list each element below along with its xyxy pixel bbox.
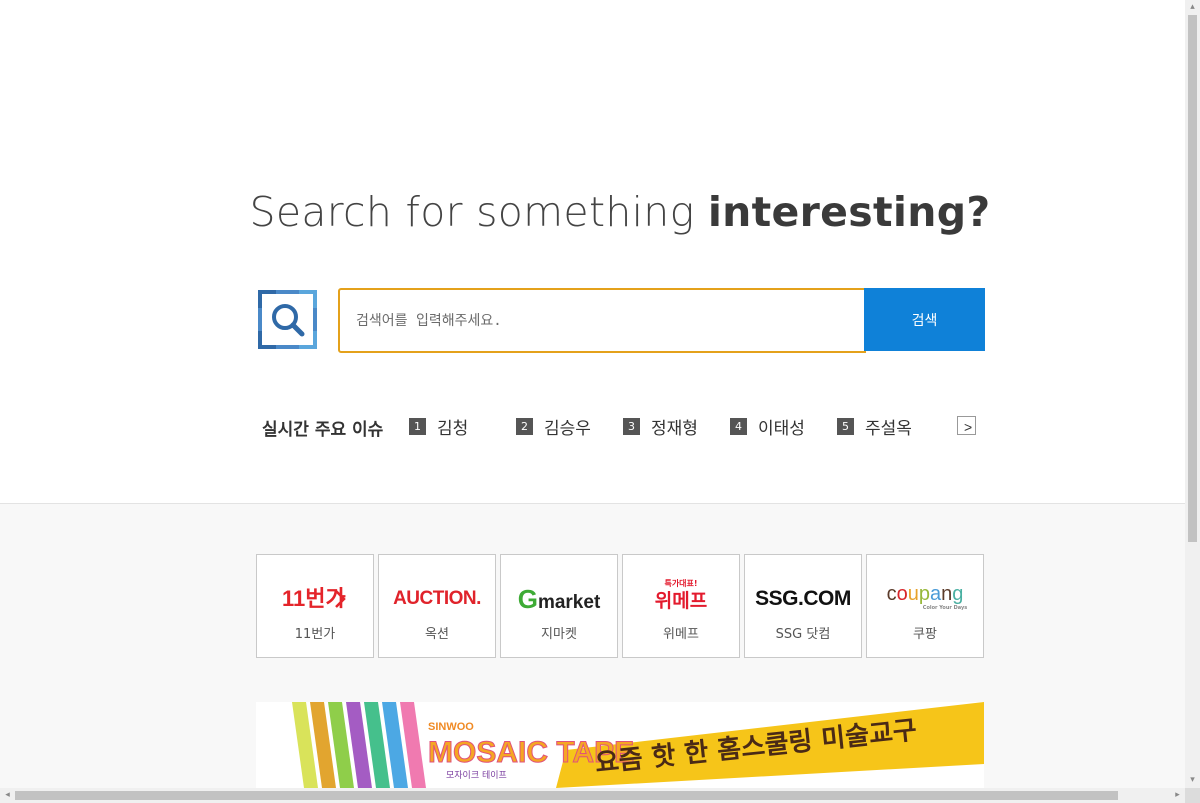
scrollbar-corner xyxy=(1185,788,1200,803)
logo-tagline: Color Your Days xyxy=(922,605,968,611)
shop-wemakeprice[interactable]: 특가대표! 위메프 위메프 xyxy=(622,554,740,658)
shop-11st[interactable]: 11번가 11번가 xyxy=(256,554,374,658)
trending-item-3[interactable]: 3 정재형 xyxy=(623,414,698,439)
horizontal-scroll-thumb[interactable] xyxy=(15,791,1118,800)
logo-text: AUCTION. xyxy=(393,588,481,609)
horizontal-scrollbar[interactable]: ◂ ▸ xyxy=(0,788,1185,803)
logo-text: 위메프 xyxy=(654,590,708,612)
trending-label: 주설옥 xyxy=(865,419,912,439)
trending-label: 이태성 xyxy=(758,419,805,439)
ad-banner[interactable]: SINWOO MOSAIC TAPE 모자이크 테이프 요즘 핫 한 홈스쿨링 … xyxy=(256,702,984,788)
page-headline: Search for something interesting? xyxy=(0,188,1200,236)
shop-coupang-logo: coupang Color Your Days xyxy=(867,583,983,615)
headline-light: Search for something xyxy=(249,188,708,236)
trending-title: 실시간 주요 이슈 xyxy=(262,420,384,440)
shop-name: 쿠팡 xyxy=(913,627,937,642)
logo-tagline: 특가대표! xyxy=(664,579,698,588)
trending-item-4[interactable]: 4 이태성 xyxy=(730,414,805,439)
vertical-scrollbar[interactable]: ▴ ▾ xyxy=(1185,0,1200,788)
search-section: Search for something interesting? 검색 실시간… xyxy=(0,0,1185,504)
trending-rank: 2 xyxy=(516,418,533,435)
shop-auction-logo: AUCTION. xyxy=(379,583,495,615)
shop-name: 11번가 xyxy=(294,627,336,642)
shop-11st-logo: 11번가 xyxy=(257,583,373,615)
shop-name: 옥션 xyxy=(425,627,449,642)
search-logo-icon xyxy=(256,288,319,351)
trending-label: 정재형 xyxy=(651,419,698,439)
shop-wemakeprice-logo: 특가대표! 위메프 xyxy=(623,579,739,612)
trending-bar: 실시간 주요 이슈 1 김청 2 김승우 3 정재형 4 이태성 5 주설옥 > xyxy=(262,412,985,442)
trending-next-button[interactable]: > xyxy=(957,416,976,435)
search-button[interactable]: 검색 xyxy=(864,288,985,351)
trending-item-5[interactable]: 5 주설옥 xyxy=(837,414,912,439)
trending-item-1[interactable]: 1 김청 xyxy=(409,414,468,439)
shop-name: 지마켓 xyxy=(541,627,577,642)
trending-rank: 4 xyxy=(730,418,747,435)
trending-label: 김청 xyxy=(437,419,469,439)
trending-rank: 5 xyxy=(837,418,854,435)
scroll-up-icon[interactable]: ▴ xyxy=(1185,0,1200,15)
headline-bold: interesting? xyxy=(707,188,991,236)
shop-name: 위메프 xyxy=(663,627,699,642)
shop-gmarket[interactable]: Gmarket 지마켓 xyxy=(500,554,618,658)
scroll-down-icon[interactable]: ▾ xyxy=(1185,773,1200,788)
shop-coupang[interactable]: coupang Color Your Days 쿠팡 xyxy=(866,554,984,658)
shop-links: 11번가 11번가 AUCTION. 옥션 Gmarket 지마켓 특가대표! … xyxy=(256,554,986,658)
vertical-scroll-thumb[interactable] xyxy=(1188,15,1197,542)
logo-text: 11번가 xyxy=(282,586,346,611)
logo-text: SSG.COM xyxy=(755,587,851,610)
shop-ssg-logo: SSG.COM xyxy=(745,583,861,615)
search-input[interactable] xyxy=(338,288,866,353)
scroll-left-icon[interactable]: ◂ xyxy=(0,788,15,803)
ad-banner-art: SINWOO MOSAIC TAPE 모자이크 테이프 요즘 핫 한 홈스쿨링 … xyxy=(256,702,984,788)
scroll-right-icon[interactable]: ▸ xyxy=(1170,788,1185,803)
shop-gmarket-logo: Gmarket xyxy=(517,584,601,614)
trending-item-2[interactable]: 2 김승우 xyxy=(516,414,591,439)
trending-rank: 3 xyxy=(623,418,640,435)
shop-ssg[interactable]: SSG.COM SSG 닷컴 xyxy=(744,554,862,658)
shop-name: SSG 닷컴 xyxy=(775,627,831,642)
banner-brand: SINWOO xyxy=(428,721,474,733)
shop-auction[interactable]: AUCTION. 옥션 xyxy=(378,554,496,658)
banner-subtitle: 모자이크 테이프 xyxy=(446,770,507,781)
trending-label: 김승우 xyxy=(544,419,591,439)
trending-rank: 1 xyxy=(409,418,426,435)
